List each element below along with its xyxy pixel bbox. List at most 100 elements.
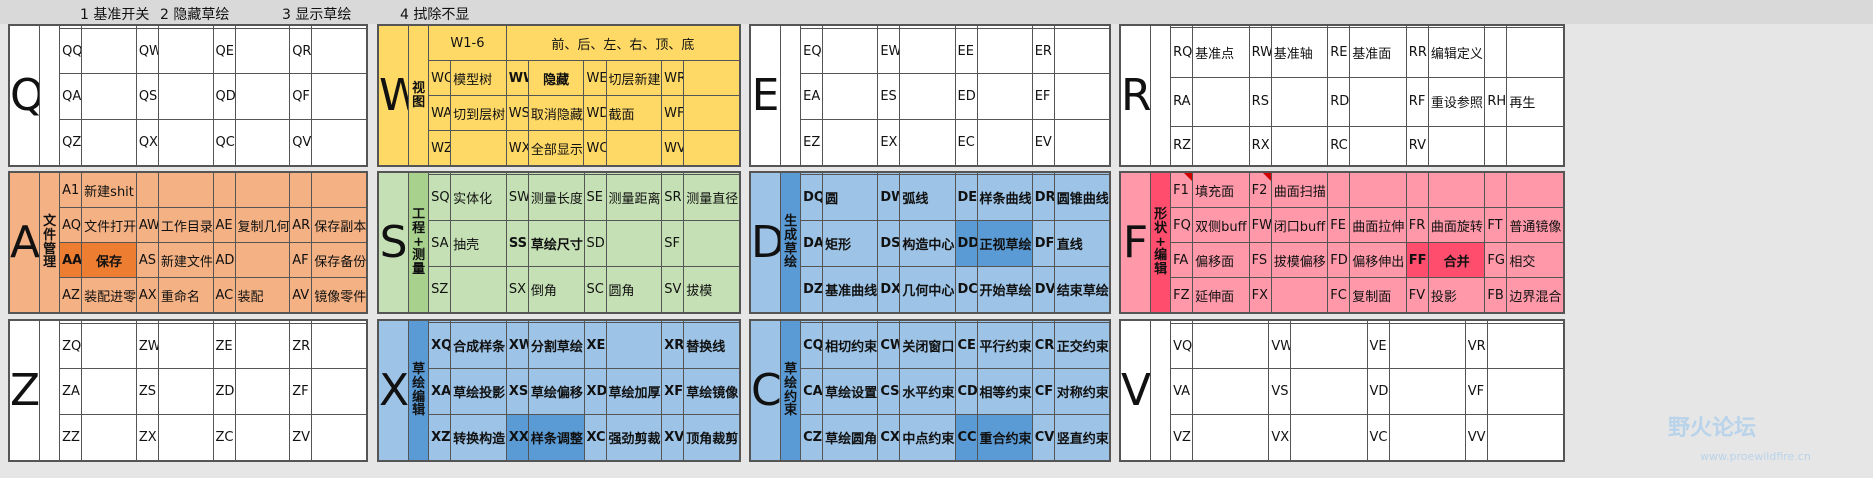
shortcut-action: 倒角 (527, 266, 585, 313)
shortcut-action: 样条曲线 (976, 174, 1033, 222)
shortcut-action: 对称约束 (1053, 368, 1110, 416)
empty-cell (234, 322, 291, 370)
shortcut-action: 截面 (605, 95, 663, 131)
category-char: 管 (43, 241, 57, 257)
shortcut-key: FB (1484, 277, 1508, 313)
block-category (1150, 320, 1172, 461)
shortcut-key: FC (1327, 277, 1351, 313)
empty-cell (822, 119, 879, 166)
shortcut-action: 草绘设置 (822, 368, 879, 416)
shortcut-action: 圆角 (605, 266, 663, 313)
empty-cell (450, 266, 507, 313)
shortcut-key: AA (59, 242, 83, 278)
category-char: 量 (412, 261, 426, 277)
shortcut-key: FT (1484, 207, 1508, 243)
block-Z: Z ZQ ZW ZE ZR ZA ZS ZD ZF ZZ ZX ZC ZV (8, 319, 368, 462)
shortcut-action: 弧线 (899, 174, 956, 222)
shortcut-action: 重命名 (157, 277, 214, 313)
shortcut-action: 基准曲线 (822, 266, 879, 313)
shortcut-key: DD (954, 220, 978, 268)
shortcut-key: VZ (1170, 414, 1194, 461)
shortcut-key: ES (877, 73, 901, 121)
shortcut-key: AX (135, 277, 159, 313)
empty-cell (1349, 76, 1407, 127)
empty-cell (1192, 414, 1270, 461)
shortcut-action: 中点约束 (899, 414, 956, 461)
category-char: 辑 (412, 403, 426, 419)
empty-cell (311, 27, 367, 75)
shortcut-key: QS (135, 73, 159, 121)
shortcut-key: VX (1268, 414, 1292, 461)
empty-cell (157, 27, 214, 75)
shortcut-key: FS (1248, 242, 1272, 278)
shortcut-key: WD (583, 95, 607, 131)
shortcut-action: 文件打开 (81, 207, 137, 243)
shortcut-key: XA (428, 368, 452, 416)
empty-cell (1192, 368, 1270, 416)
shortcut-action: 重合约束 (976, 414, 1033, 461)
block-category: 形状 + 编辑 (1150, 172, 1172, 313)
shortcut-key: FF (1405, 242, 1429, 278)
shortcut-key: SR (661, 174, 685, 222)
shortcut-action: 草绘镜像 (683, 368, 740, 416)
shortcut-key: DZ (800, 266, 824, 313)
block-F: F 形状 + 编辑 F1 填充面 F2 曲面扫描 FQ 双侧buff FW 闭口buff FE 曲面拉伸 F… (1119, 171, 1565, 314)
shortcut-key: EW (877, 27, 901, 75)
shortcut-key: ZD (212, 368, 236, 416)
shortcut-action: 编辑定义 (1427, 27, 1486, 78)
shortcut-action: 抽壳 (450, 220, 507, 268)
shortcut-action: 竖直约束 (1053, 414, 1110, 461)
empty-cell (234, 242, 291, 278)
block-letter: X (378, 320, 410, 461)
block-category (780, 25, 802, 166)
shortcut-key: CF (1031, 368, 1055, 416)
shortcut-action: 相交 (1506, 242, 1564, 278)
block-letter: V (1120, 320, 1152, 461)
hint-3: 3 显示草绘 (282, 7, 352, 23)
empty-cell (289, 172, 313, 208)
block-E: E EQ EW EE ER EA ES ED EF EZ EX EC EV (749, 24, 1111, 167)
empty-cell (234, 414, 291, 461)
shortcut-key: ZX (135, 414, 159, 461)
empty-cell (1349, 125, 1407, 166)
shortcut-action: 边界混合 (1506, 277, 1564, 313)
empty-cell (81, 27, 137, 75)
shortcut-action: 样条调整 (527, 414, 585, 461)
block-V: V VQ VW VE VR VA VS VD VF VZ VX VC VV (1119, 319, 1565, 462)
empty-cell (1192, 125, 1250, 166)
shortcut-key: DQ (800, 174, 824, 222)
shortcut-action: 偏移伸出 (1349, 242, 1407, 278)
shortcut-action: 曲面扫描 (1270, 172, 1329, 208)
empty-cell (450, 130, 507, 166)
category-char: 绘 (784, 375, 798, 391)
shortcut-action: 圆 (822, 174, 879, 222)
category-char: 成 (784, 227, 798, 243)
empty-cell (1486, 322, 1564, 370)
shortcut-action: 闭口buff (1270, 207, 1329, 243)
category-char: 绘 (784, 255, 798, 271)
empty-cell (976, 27, 1033, 75)
shortcut-key: ZA (59, 368, 83, 416)
shortcut-key: SW (505, 174, 529, 222)
shortcut-key: XQ (428, 322, 452, 370)
shortcut-key: ZV (289, 414, 313, 461)
shortcut-key: QC (212, 119, 236, 166)
shortcut-key: AV (289, 277, 313, 313)
block-letter: D (750, 172, 782, 313)
empty-cell (311, 73, 367, 121)
shortcut-key: SF (661, 220, 685, 268)
shortcut-key: AZ (59, 277, 83, 313)
empty-cell (1290, 414, 1368, 461)
shortcut-key: VR (1464, 322, 1488, 370)
shortcut-action: 复制几何 (234, 207, 291, 243)
shortcut-action: 新建shit (81, 172, 137, 208)
empty-cell (1053, 73, 1110, 121)
shortcut-key: FG (1484, 242, 1508, 278)
shortcut-key: CE (954, 322, 978, 370)
shortcut-key: FD (1327, 242, 1351, 278)
shortcut-action: 新建文件 (157, 242, 214, 278)
shortcut-key: VW (1268, 322, 1292, 370)
shortcut-key: XV (661, 414, 685, 461)
empty-cell (1388, 322, 1466, 370)
shortcut-key: WA (428, 95, 452, 131)
